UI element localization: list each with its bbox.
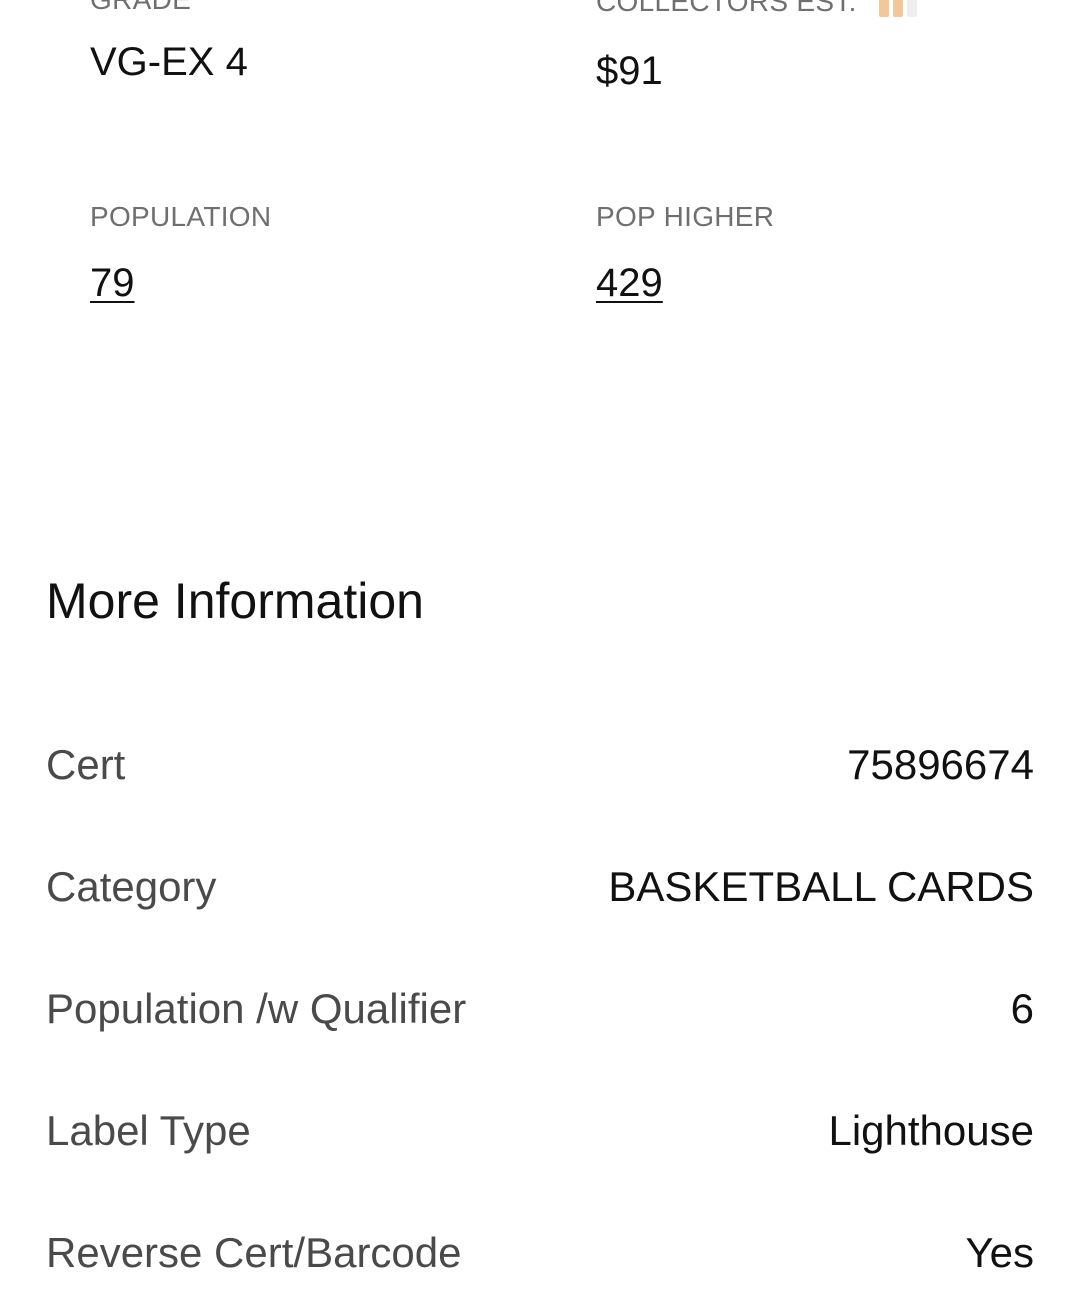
collectors-estimate-label: COLLECTORS EST. — [596, 0, 857, 17]
card-stats: GRADE VG-EX 4 COLLECTORS EST. $91 POPULA… — [0, 0, 1080, 360]
bar-chart-icon-bar — [906, 0, 917, 17]
info-row-value: BASKETBALL CARDS — [608, 863, 1034, 910]
info-row-key: Cert — [46, 741, 126, 788]
info-row-value: Lighthouse — [828, 1107, 1034, 1154]
info-row-category: Category BASKETBALL CARDS — [46, 826, 1034, 948]
info-row-key: Label Type — [46, 1107, 251, 1154]
collectors-estimate-value: $91 — [596, 49, 663, 93]
bar-chart-icon-bar — [878, 0, 889, 17]
info-row-label-type: Label Type Lighthouse — [46, 1070, 1034, 1192]
pop-higher-label: POP HIGHER — [596, 201, 775, 232]
grade-stat: GRADE VG-EX 4 — [90, 0, 248, 85]
info-row-key: Reverse Cert/Barcode — [46, 1229, 462, 1276]
grade-value: VG-EX 4 — [90, 40, 248, 84]
info-row-population-qualifier: Population /w Qualifier 6 — [46, 948, 1034, 1070]
bar-chart-icon[interactable] — [878, 0, 917, 17]
grade-label: GRADE — [90, 0, 248, 16]
info-row-value: 6 — [1010, 985, 1034, 1032]
info-row-key: Population /w Qualifier — [46, 985, 467, 1032]
pop-higher-link[interactable]: 429 — [596, 261, 774, 306]
more-information-title: More Information — [46, 573, 424, 629]
info-row-cert: Cert 75896674 — [46, 704, 1034, 826]
population-stat: POPULATION 79 — [90, 201, 271, 306]
info-row-value: Yes — [965, 1229, 1034, 1276]
bar-chart-icon-bar — [892, 0, 903, 17]
population-link[interactable]: 79 — [90, 261, 271, 306]
collectors-estimate-label-row: COLLECTORS EST. — [596, 0, 917, 18]
info-row-key: Category — [46, 863, 217, 910]
population-label: POPULATION — [90, 201, 272, 232]
collectors-estimate-stat: COLLECTORS EST. $91 — [596, 0, 917, 94]
info-row-reverse-cert: Reverse Cert/Barcode Yes — [46, 1192, 1034, 1314]
pop-higher-stat: POP HIGHER 429 — [596, 201, 774, 306]
info-row-value: 75896674 — [847, 741, 1034, 788]
more-information-list: Cert 75896674 Category BASKETBALL CARDS … — [46, 704, 1034, 1314]
